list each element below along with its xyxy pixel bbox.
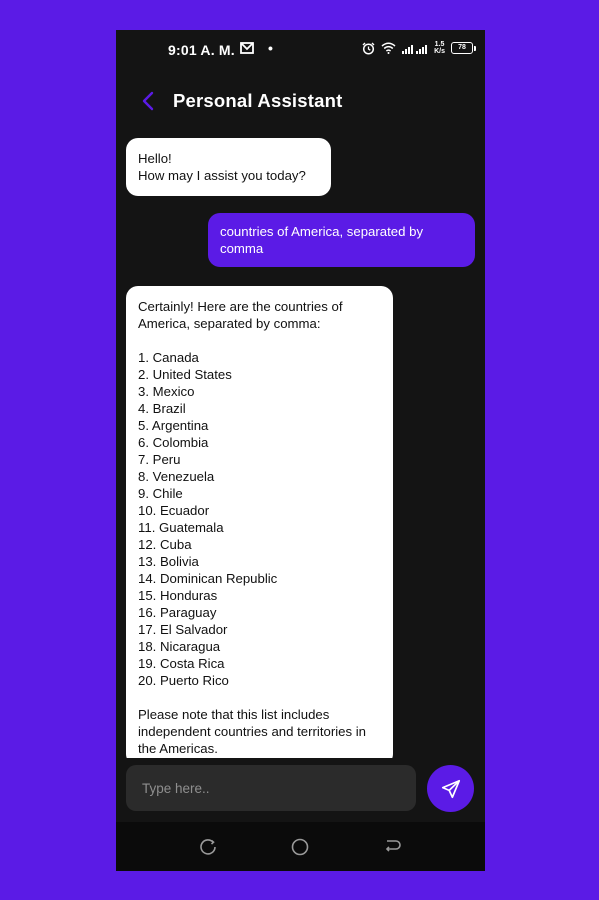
home-button[interactable] [289, 836, 311, 858]
send-button[interactable] [427, 765, 474, 812]
composer [116, 764, 485, 814]
status-time: 9:01 A. M. [168, 42, 235, 58]
back-button[interactable] [136, 88, 160, 114]
message-text: countries of America, separated by comma [220, 224, 424, 256]
phone-screen: 9:01 A. M. • 1.5 K/s 78 Personal Assista… [116, 30, 485, 871]
recent-apps-icon [200, 839, 216, 855]
message-text: Certainly! Here are the countries of Ame… [138, 299, 366, 756]
notification-dot: • [268, 40, 273, 56]
wifi-icon [381, 42, 396, 54]
network-speed: 1.5 K/s [434, 41, 445, 55]
system-nav-bar [116, 822, 485, 871]
page-title: Personal Assistant [173, 90, 343, 111]
app-header: Personal Assistant [116, 82, 485, 122]
assistant-message: Hello! How may I assist you today? [126, 138, 331, 196]
message-list: Hello! How may I assist you today? count… [116, 126, 485, 758]
user-message: countries of America, separated by comma [208, 213, 475, 267]
message-text: Hello! How may I assist you today? [138, 151, 306, 183]
chevron-left-icon [142, 91, 154, 111]
battery-icon: 78 [451, 42, 476, 54]
assistant-message: Certainly! Here are the countries of Ame… [126, 286, 393, 758]
mail-icon [240, 41, 254, 57]
system-back-button[interactable] [381, 836, 403, 858]
message-input[interactable] [126, 765, 416, 811]
signal-icon [402, 43, 428, 54]
status-bar: 9:01 A. M. • 1.5 K/s 78 [116, 30, 485, 70]
alarm-icon [362, 42, 375, 55]
home-icon [291, 838, 309, 856]
send-icon [441, 779, 460, 798]
recent-apps-button[interactable] [197, 836, 219, 858]
status-icons: 1.5 K/s 78 [362, 41, 476, 55]
back-icon [385, 840, 401, 852]
